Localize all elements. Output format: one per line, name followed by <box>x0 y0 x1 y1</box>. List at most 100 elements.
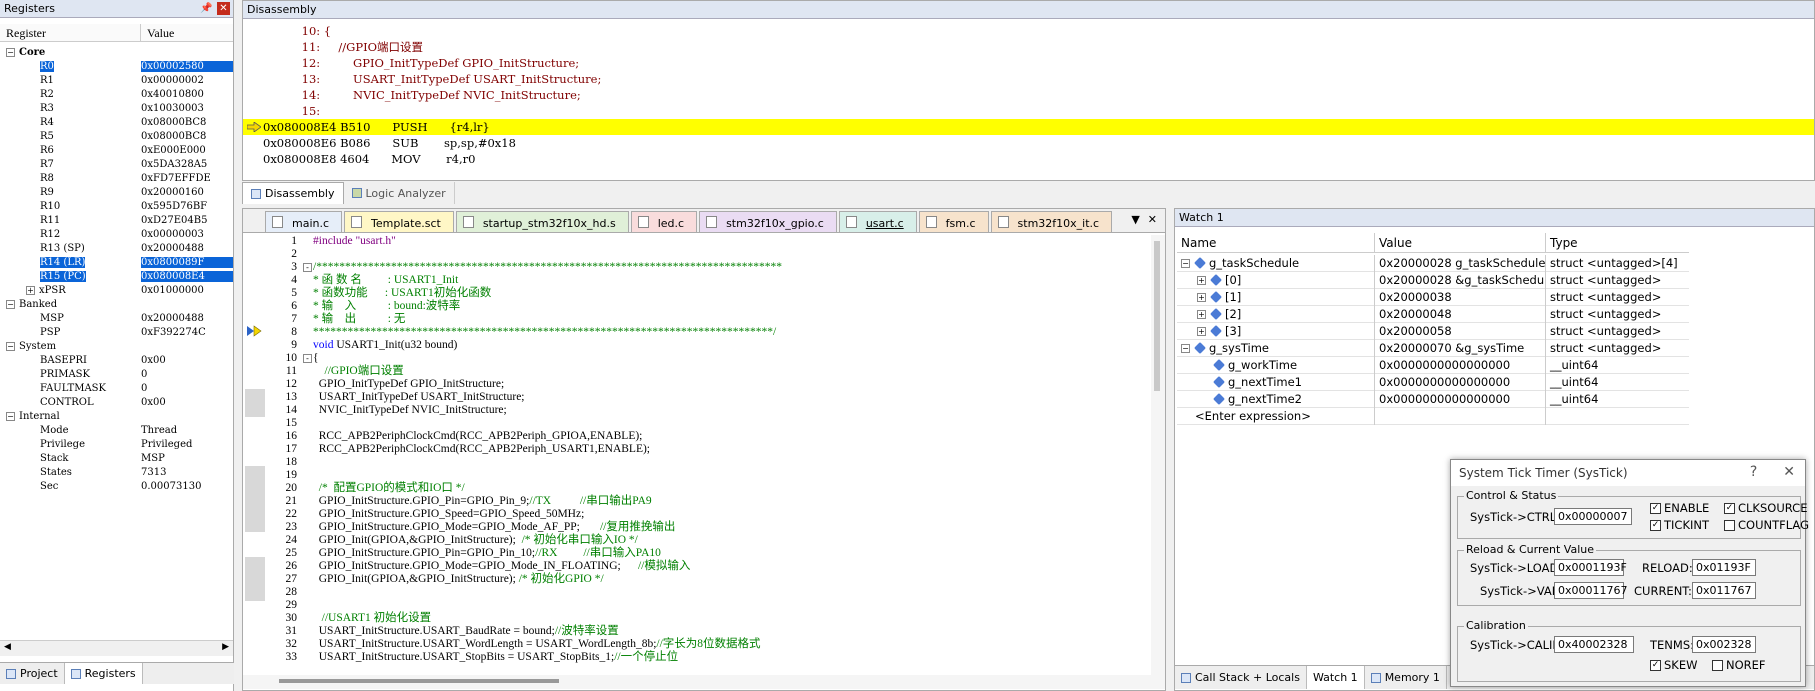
code-line[interactable]: 20 /* 配置GPIO的模式和IO口 */ <box>267 482 1163 495</box>
fold-icon[interactable]: - <box>303 354 312 363</box>
watch-row[interactable]: + [2] 0x20000048 struct <untagged> <box>1177 305 1689 323</box>
register-value[interactable]: 0x00 <box>141 355 233 366</box>
register-row[interactable]: R6 0xE000E000 <box>0 143 233 157</box>
expand-icon[interactable]: + <box>1197 326 1206 336</box>
expand-icon[interactable]: + <box>26 285 35 295</box>
load-field[interactable]: 0x0001193F <box>1554 559 1627 576</box>
file-tab[interactable]: startup_stm32f10x_hd.s <box>455 211 629 232</box>
file-tab[interactable]: usart.c <box>838 211 917 232</box>
breakpoint-area[interactable] <box>245 389 265 403</box>
register-value[interactable]: 7313 <box>141 467 233 478</box>
code-line[interactable]: 6 * 输 入 : bound:波特率 <box>267 300 1163 313</box>
col-type[interactable]: Type <box>1546 233 1689 252</box>
watch-row[interactable]: + [1] 0x20000038 struct <untagged> <box>1177 288 1689 306</box>
watch-row[interactable]: g_workTime 0x0000000000000000 __uint64 <box>1177 356 1689 374</box>
code-line[interactable]: 13 USART_InitTypeDef USART_InitStructure… <box>267 391 1163 404</box>
register-value[interactable]: 0xF392274C <box>141 327 233 338</box>
register-value[interactable]: 0x20000160 <box>141 187 233 198</box>
calib-field[interactable]: 0x40002328 <box>1554 636 1634 653</box>
code-line[interactable]: 8 ***************************************… <box>267 326 1163 339</box>
register-value[interactable]: 0 <box>141 369 233 380</box>
code-line[interactable]: 22 GPIO_InitStructure.GPIO_Speed=GPIO_Sp… <box>267 508 1163 521</box>
registers-hscroll[interactable]: ◀ ▶ <box>0 640 233 656</box>
register-value[interactable]: MSP <box>141 453 233 464</box>
register-value[interactable]: 0 <box>141 383 233 394</box>
register-row[interactable]: R2 0x40010800 <box>0 87 233 101</box>
expand-icon[interactable]: + <box>1197 309 1206 319</box>
register-row[interactable]: R1 0x00000002 <box>0 73 233 87</box>
code-line[interactable]: 10-{ <box>267 352 1163 365</box>
editor-vscroll[interactable] <box>1151 235 1165 675</box>
tab-watch1[interactable]: Watch 1 <box>1306 666 1365 689</box>
editor-hscroll[interactable] <box>243 675 1165 689</box>
register-row[interactable]: BASEPRI 0x00 <box>0 353 233 367</box>
code-line[interactable]: 18 <box>267 456 1163 469</box>
register-row[interactable]: R14 (LR) 0x0800089F <box>0 255 233 269</box>
file-tab[interactable]: stm32f10x_gpio.c <box>699 211 837 232</box>
code-line[interactable]: 14 NVIC_InitTypeDef NVIC_InitStructure; <box>267 404 1163 417</box>
file-tab[interactable]: Template.sct <box>344 211 454 232</box>
register-row[interactable]: R10 0x595D76BF <box>0 199 233 213</box>
register-row[interactable]: R11 0xD27E04B5 <box>0 213 233 227</box>
collapse-icon[interactable]: − <box>6 411 15 421</box>
register-row[interactable]: R7 0x5DA328A5 <box>0 157 233 171</box>
tab-call-stack[interactable]: Call Stack + Locals <box>1175 666 1307 689</box>
register-value[interactable]: Thread <box>141 425 233 436</box>
val-field[interactable]: 0x00011767 <box>1554 582 1628 599</box>
watch-value[interactable] <box>1375 407 1546 425</box>
watch-value[interactable]: 0x0000000000000000 <box>1375 390 1546 408</box>
code-line[interactable]: 26 GPIO_InitStructure.GPIO_Mode=GPIO_Mod… <box>267 560 1163 573</box>
tickint-checkbox[interactable]: ✓ TICKINT <box>1650 518 1709 532</box>
watch-value[interactable]: 0x0000000000000000 <box>1375 373 1546 391</box>
register-value[interactable]: 0x00 <box>141 397 233 408</box>
code-line[interactable]: 4 * 函 数 名 : USART1_Init <box>267 274 1163 287</box>
tab-memory1[interactable]: Memory 1 <box>1365 666 1447 689</box>
register-row[interactable]: R12 0x00000003 <box>0 227 233 241</box>
register-row[interactable]: Sec 0.00073130 <box>0 479 233 493</box>
tab-disassembly[interactable]: Disassembly <box>242 182 344 204</box>
register-value[interactable]: 0x20000488 <box>141 243 233 254</box>
register-group-core[interactable]: − Core <box>0 45 233 59</box>
breakpoint-area[interactable] <box>245 403 265 417</box>
code-line[interactable]: 28 <box>267 586 1163 599</box>
enable-checkbox[interactable]: ✓ ENABLE <box>1650 501 1709 515</box>
expand-icon[interactable]: + <box>1197 292 1206 302</box>
register-value[interactable]: 0x595D76BF <box>141 201 233 212</box>
code-line[interactable]: 33 USART_InitStructure.USART_StopBits = … <box>267 651 1163 664</box>
register-value[interactable]: 0x01000000 <box>141 285 233 296</box>
code-line[interactable]: 32 USART_InitStructure.USART_WordLength … <box>267 638 1163 651</box>
register-value[interactable]: 0x20000488 <box>141 313 233 324</box>
tenms-field[interactable]: 0x002328 <box>1692 636 1756 653</box>
register-value[interactable]: 0x00000003 <box>141 229 233 240</box>
fold-icon[interactable]: - <box>303 263 312 272</box>
code-line[interactable]: 25 GPIO_InitStructure.GPIO_Pin=GPIO_Pin_… <box>267 547 1163 560</box>
disassembly-asm-line[interactable]: 0x080008E8 4604 MOV r4,r0 <box>243 151 1814 167</box>
watch-value[interactable]: 0x20000048 <box>1375 305 1546 323</box>
register-row[interactable]: R13 (SP) 0x20000488 <box>0 241 233 255</box>
watch-row[interactable]: − g_taskSchedule 0x20000028 g_taskSchedule… <box>1177 254 1689 272</box>
code-line[interactable]: 19 <box>267 469 1163 482</box>
code-line[interactable]: 5 * 函数功能 : USART1初始化函数 <box>267 287 1163 300</box>
watch-value[interactable]: 0x20000028 &g_taskSchedule <box>1375 271 1546 289</box>
register-row[interactable]: R3 0x10030003 <box>0 101 233 115</box>
code-line[interactable]: 12 GPIO_InitTypeDef GPIO_InitStructure; <box>267 378 1163 391</box>
register-row[interactable]: R0 0x00002580 <box>0 59 233 73</box>
watch-value[interactable]: 0x20000038 <box>1375 288 1546 306</box>
countflag-checkbox[interactable]: COUNTFLAG <box>1724 518 1809 532</box>
code-line[interactable]: 9 void USART1_Init(u32 bound) <box>267 339 1163 352</box>
disassembly-source-line[interactable]: 11: //GPIO端口设置 <box>243 39 1814 55</box>
register-row[interactable]: States 7313 <box>0 465 233 479</box>
code-line[interactable]: 24 GPIO_Init(GPIOA,&GPIO_InitStructure);… <box>267 534 1163 547</box>
file-tab[interactable]: fsm.c <box>918 211 989 232</box>
col-value[interactable]: Value <box>141 24 233 41</box>
register-row[interactable]: MSP 0x20000488 <box>0 311 233 325</box>
watch-row[interactable]: g_nextTime1 0x0000000000000000 __uint64 <box>1177 373 1689 391</box>
code-line[interactable]: 11 //GPIO端口设置 <box>267 365 1163 378</box>
watch-row[interactable]: − g_sysTime 0x20000070 &g_sysTime struct <u… <box>1177 339 1689 357</box>
col-name[interactable]: Name <box>1177 233 1375 252</box>
register-row[interactable]: Stack MSP <box>0 451 233 465</box>
register-value[interactable]: 0x5DA328A5 <box>141 159 233 170</box>
close-icon[interactable]: ✕ <box>217 2 230 15</box>
code-line[interactable]: 3-/*************************************… <box>267 261 1163 274</box>
register-value[interactable]: 0x00002580 <box>141 60 233 72</box>
